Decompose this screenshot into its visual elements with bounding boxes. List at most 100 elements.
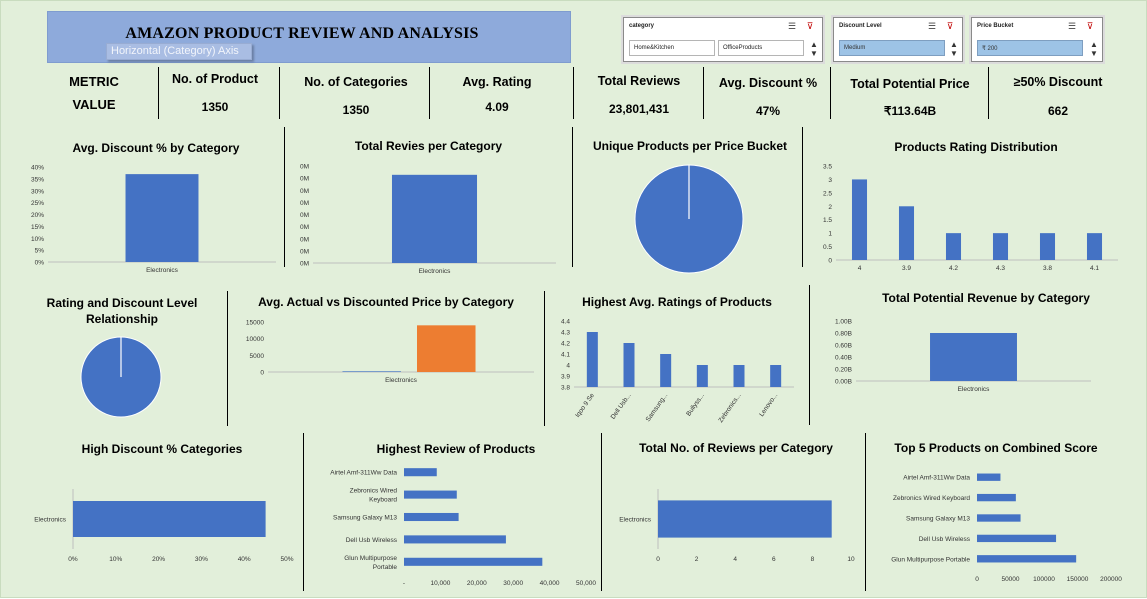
y-tick-label: 0.00B (835, 379, 852, 386)
x-tick-label: - (403, 580, 405, 587)
x-tick-label: 8 (811, 556, 815, 563)
y-tick-label: 2.5 (823, 190, 832, 197)
x-tick-label: 150000 (1067, 576, 1089, 583)
bar (73, 501, 266, 537)
y-tick-label: 5% (35, 248, 45, 255)
y-tick-label: Samsung Galaxy M13 (333, 515, 397, 522)
x-tick-label: 200000 (1100, 576, 1122, 583)
x-tick-label: 100000 (1033, 576, 1055, 583)
dashboard: AMAZON PRODUCT REVIEW AND ANALYSIS Horiz… (0, 0, 1147, 598)
y-tick-label: Samsung Galaxy M13 (906, 516, 970, 523)
y-tick-label: 0M (300, 188, 309, 195)
y-tick-label: 0M (300, 224, 309, 231)
x-tick-label: Electronics (958, 386, 991, 393)
x-tick-label: Lenovo... (758, 392, 779, 418)
x-tick-label: 10% (109, 556, 122, 563)
x-tick-label: Zebronics... (717, 392, 742, 424)
y-tick-label: Zebronics Wired Keyboard (893, 495, 970, 502)
y-tick-label: 0 (260, 370, 264, 377)
x-tick-label: 0 (656, 556, 660, 563)
bar (851, 179, 868, 260)
x-tick-label: 3.8 (1043, 265, 1052, 272)
x-tick-label: 50% (280, 556, 293, 563)
bar (417, 325, 476, 372)
y-tick-label: 3.5 (823, 164, 832, 171)
x-tick-label: Samsung... (645, 392, 670, 423)
x-tick-label: 4 (733, 556, 737, 563)
x-tick-label: 30% (195, 556, 208, 563)
y-tick-label: 2 (828, 204, 832, 211)
y-tick-label: 3 (828, 177, 832, 184)
y-tick-label: 0.20B (835, 367, 852, 374)
y-tick-label: 0M (300, 176, 309, 183)
bar (623, 343, 635, 387)
y-tick-label: 0M (300, 212, 309, 219)
y-tick-label: Airtel Amf-311Ww Data (330, 470, 397, 477)
y-tick-label: 5000 (250, 353, 265, 360)
y-tick-label: Electronics (619, 517, 652, 524)
bar (1039, 233, 1056, 260)
y-tick-label: 0.5 (823, 244, 832, 251)
bar (977, 555, 1077, 563)
y-tick-label: 3.8 (561, 385, 570, 392)
y-tick-label: Zebronics Wired (350, 488, 398, 495)
y-tick-label: 1 (828, 231, 832, 238)
y-tick-label: 0M (300, 261, 309, 268)
y-tick-label: Electronics (34, 517, 67, 524)
bar (660, 354, 672, 387)
y-tick-label: 40% (31, 165, 44, 172)
x-tick-label: 10 (847, 556, 855, 563)
x-tick-label: 2 (695, 556, 699, 563)
y-tick-label: 10% (31, 236, 44, 243)
y-tick-label: Glun Multipurpose (344, 555, 397, 562)
bar (1086, 233, 1103, 260)
x-tick-label: Bullyss... (685, 392, 706, 417)
x-tick-label: 20,000 (467, 580, 487, 587)
y-tick-label: 4.4 (561, 319, 570, 326)
bar (945, 233, 962, 260)
x-tick-label: Electronics (385, 377, 418, 384)
charts-layer: 0% 5% 10% 15% 20% 25% 30% 35% 40% Electronics 0M 0M… (31, 164, 1122, 588)
x-tick-label: 30,000 (503, 580, 523, 587)
y-tick-label: 1.00B (835, 319, 852, 326)
x-tick-label: 3.9 (902, 265, 911, 272)
y-tick-label: 0M (300, 164, 309, 171)
x-tick-label: 50,000 (576, 580, 596, 587)
bar (404, 468, 437, 477)
y-tick-label: Dell Usb Wireless (919, 536, 971, 543)
y-tick-label: 15000 (246, 320, 264, 327)
y-tick-label: Airtel Amf-311Ww Data (903, 475, 970, 482)
bar (391, 174, 478, 263)
x-tick-label: 10,000 (430, 580, 450, 587)
bar (977, 493, 1016, 502)
bar (342, 371, 401, 372)
bar (586, 332, 598, 387)
y-tick-label: Glun Multipurpose Portable (891, 556, 970, 563)
y-tick-label: 0.40B (835, 355, 852, 362)
y-tick-label: 1.5 (823, 217, 832, 224)
x-tick-label: 4 (858, 265, 862, 272)
x-tick-label: 20% (152, 556, 165, 563)
y-tick-label: 35% (31, 176, 44, 183)
y-tick-label: 4 (566, 363, 570, 370)
bar (898, 206, 915, 260)
bar (733, 365, 745, 387)
y-tick-label: 0M (300, 236, 309, 243)
x-tick-label: 0 (975, 576, 979, 583)
x-tick-label: 4.2 (949, 265, 958, 272)
y-tick-label: Portable (373, 564, 398, 571)
x-tick-label: 40% (238, 556, 251, 563)
x-tick-label: Iqoo 9 Se (574, 392, 596, 419)
y-tick-label: Dell Usb Wireless (346, 537, 398, 544)
y-tick-label: 10000 (246, 336, 264, 343)
bar (977, 534, 1057, 543)
x-tick-label: Dell Usb... (610, 392, 633, 421)
y-tick-label: 0% (35, 260, 45, 267)
y-tick-label: 25% (31, 200, 44, 207)
y-tick-label: 20% (31, 212, 44, 219)
y-tick-label: 15% (31, 224, 44, 231)
bar (404, 535, 506, 544)
bar (404, 557, 543, 566)
y-tick-label: 4.2 (561, 341, 570, 348)
y-tick-label: 4.1 (561, 352, 570, 359)
